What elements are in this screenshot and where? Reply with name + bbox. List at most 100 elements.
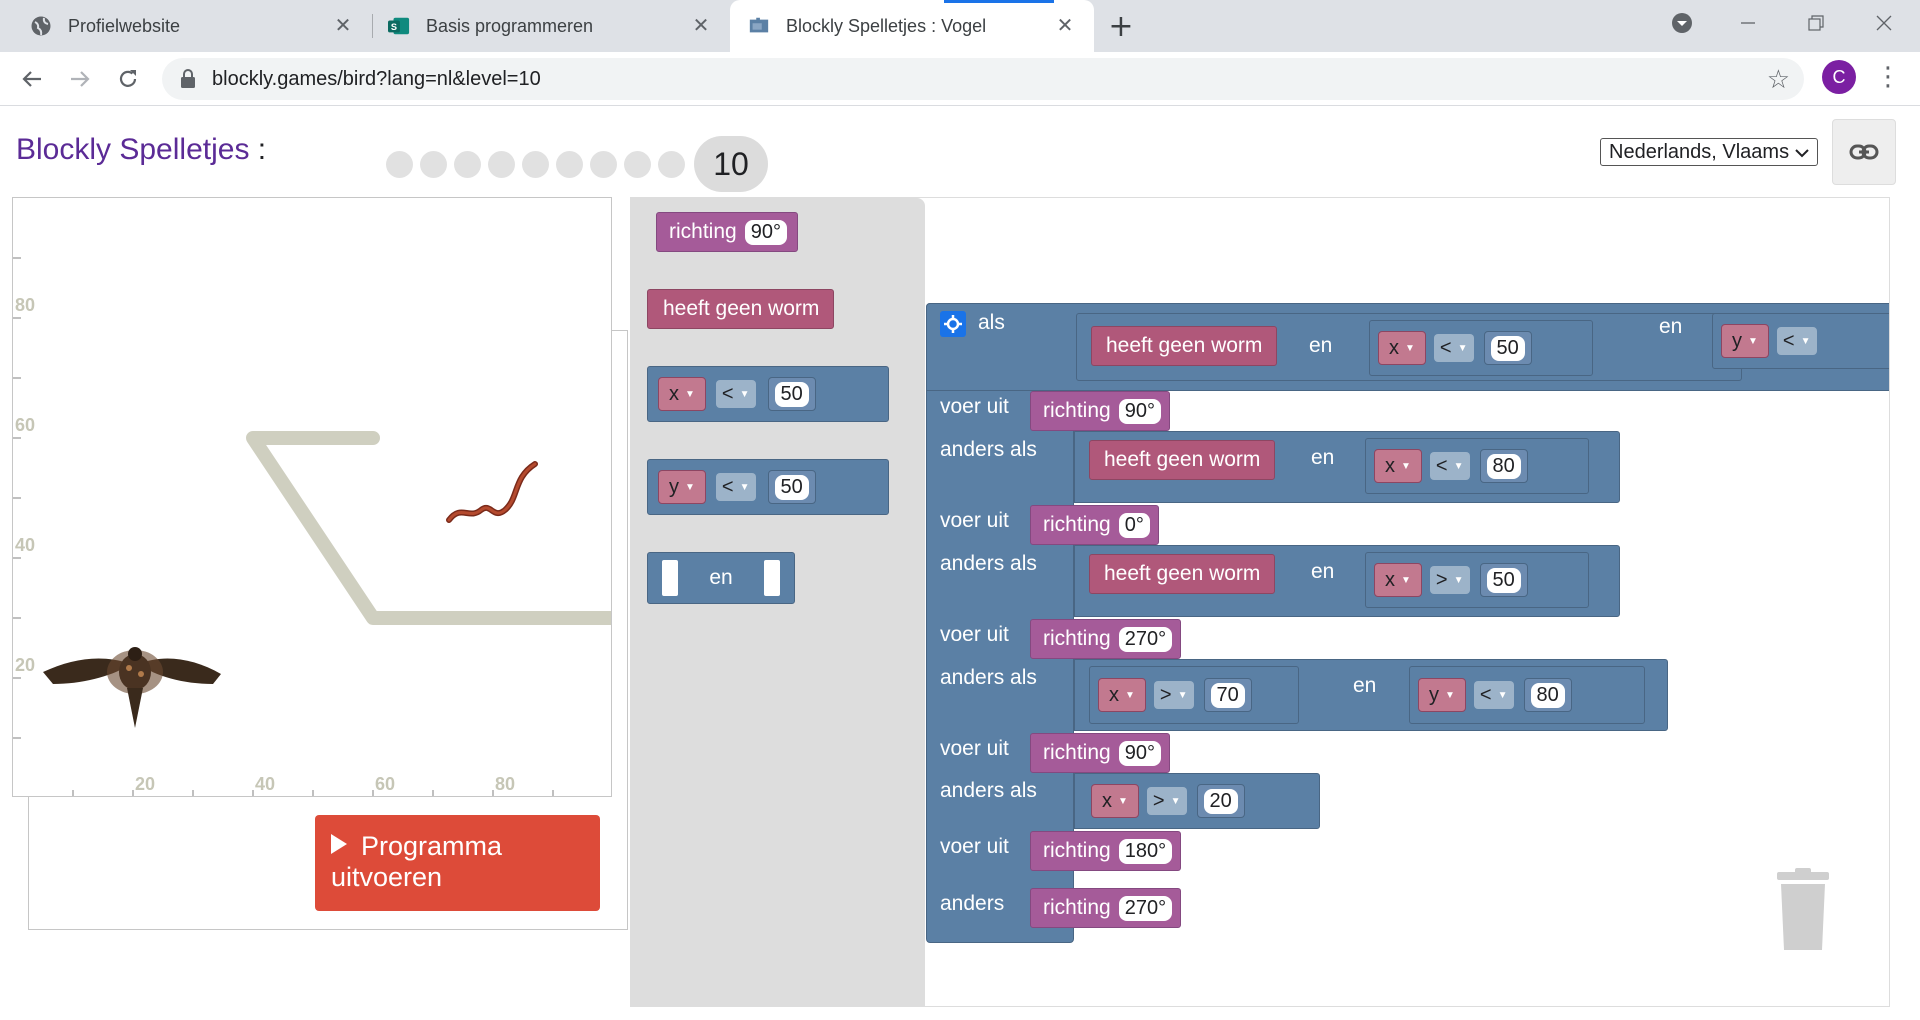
angle-field[interactable]: 90°	[1118, 398, 1161, 424]
number-field[interactable]: 80	[1486, 453, 1521, 479]
number-block[interactable]: 50	[767, 470, 816, 504]
no-worm-block[interactable]: heeft geen worm	[647, 289, 835, 329]
operator-dropdown[interactable]: < ▼	[715, 473, 756, 501]
heading-block[interactable]: richting 90°	[656, 212, 798, 252]
heading-block[interactable]: richting 270°	[1030, 619, 1182, 659]
number-block[interactable]: 50	[1479, 563, 1528, 597]
star-icon[interactable]: ☆	[1767, 65, 1790, 95]
number-block[interactable]: 70	[1203, 678, 1252, 712]
avatar[interactable]: C	[1822, 60, 1856, 94]
number-field[interactable]: 50	[1486, 567, 1521, 593]
operator-dropdown[interactable]: < ▼	[715, 380, 756, 408]
operator-dropdown[interactable]: < ▼	[1473, 681, 1514, 709]
angle-field[interactable]: 270°	[1118, 626, 1173, 652]
level-dot[interactable]	[386, 150, 413, 178]
operator-dropdown[interactable]: > ▼	[1153, 681, 1194, 709]
back-button[interactable]	[15, 62, 49, 96]
level-dot[interactable]	[624, 150, 651, 178]
url-text[interactable]: blockly.games/bird?lang=nl&level=10	[212, 68, 541, 91]
heading-block[interactable]: richting 90°	[1030, 391, 1170, 431]
minimize-button[interactable]	[1728, 6, 1768, 40]
variable-dropdown[interactable]: x ▼	[1378, 331, 1426, 365]
level-dot[interactable]	[454, 150, 481, 178]
operator-dropdown[interactable]: < ▼	[1433, 334, 1474, 362]
no-worm-block[interactable]: heeft geen worm	[1089, 440, 1276, 480]
and-block[interactable]: heeft geen worm en x ▼ < ▼ 50	[1076, 313, 1742, 381]
compare-block[interactable]: x ▼ > ▼ 20	[1074, 773, 1320, 829]
compare-block[interactable]: y ▼ < ▼ 80	[1409, 666, 1645, 724]
level-dot[interactable]	[420, 150, 447, 178]
heading-block[interactable]: richting 0°	[1030, 505, 1159, 545]
number-block[interactable]: 80	[1523, 678, 1572, 712]
number-field[interactable]: 80	[1530, 682, 1565, 708]
forward-button[interactable]	[63, 62, 97, 96]
number-block[interactable]: 80	[1479, 449, 1528, 483]
input-slot[interactable]	[662, 560, 678, 596]
angle-field[interactable]: 270°	[1118, 895, 1173, 921]
compare-block[interactable]: y ▼ < ▼	[1712, 313, 1889, 369]
compare-block[interactable]: x ▼ < ▼ 50	[1369, 320, 1593, 376]
heading-block[interactable]: richting 270°	[1030, 888, 1182, 928]
level-dot[interactable]	[488, 150, 515, 178]
operator-dropdown[interactable]: < ▼	[1429, 452, 1470, 480]
number-field[interactable]: 70	[1210, 682, 1245, 708]
address-bar[interactable]: blockly.games/bird?lang=nl&level=10 ☆	[162, 58, 1804, 100]
compare-block[interactable]: x ▼ < ▼ 50	[647, 366, 889, 422]
variable-dropdown[interactable]: y ▼	[1721, 324, 1769, 358]
level-dot[interactable]	[658, 150, 685, 178]
and-block[interactable]: heeft geen worm en x ▼ > ▼ 50	[1074, 545, 1620, 617]
angle-field[interactable]: 180°	[1118, 838, 1173, 864]
number-field[interactable]: 20	[1203, 788, 1238, 814]
input-slot[interactable]	[763, 560, 780, 596]
no-worm-block[interactable]: heeft geen worm	[1091, 326, 1278, 366]
compare-block[interactable]: x ▼ < ▼ 80	[1365, 438, 1589, 494]
variable-dropdown[interactable]: x ▼	[1098, 678, 1146, 712]
variable-dropdown[interactable]: y ▼	[658, 470, 706, 504]
language-select[interactable]: Nederlands, Vlaams	[1600, 138, 1818, 166]
no-worm-block[interactable]: heeft geen worm	[1089, 554, 1276, 594]
level-dot[interactable]	[556, 150, 583, 178]
angle-field[interactable]: 90°	[1118, 740, 1161, 766]
current-level-badge[interactable]: 10	[694, 136, 768, 192]
menu-icon[interactable]: ⋮	[1875, 60, 1901, 94]
number-block[interactable]: 50	[767, 377, 816, 411]
close-tab-icon[interactable]: ✕	[690, 13, 712, 37]
and-block[interactable]: heeft geen worm en x ▼ < ▼ 80	[1074, 431, 1620, 503]
compare-block[interactable]: x ▼ > ▼ 70	[1089, 666, 1299, 724]
operator-dropdown[interactable]: > ▼	[1146, 787, 1187, 815]
blockly-workspace[interactable]: richting 90° heeft geen worm x ▼ < ▼ 50 y ▼…	[630, 197, 1890, 1007]
compare-block[interactable]: x ▼ > ▼ 50	[1365, 552, 1589, 608]
level-dot[interactable]	[590, 150, 617, 178]
close-tab-icon[interactable]: ✕	[1054, 13, 1076, 37]
and-block[interactable]: x ▼ > ▼ 70 en y ▼ < ▼ 80	[1074, 659, 1668, 731]
number-field[interactable]: 50	[774, 381, 809, 407]
close-window-button[interactable]	[1864, 6, 1904, 40]
number-field[interactable]: 50	[774, 474, 809, 500]
number-block[interactable]: 50	[1483, 331, 1532, 365]
if-block[interactable]: als heeft geen worm en x ▼ < ▼ 50 en y ▼ < ▼…	[926, 303, 1889, 943]
close-tab-icon[interactable]: ✕	[332, 13, 354, 37]
run-program-button[interactable]: Programma uitvoeren	[315, 815, 600, 911]
variable-dropdown[interactable]: y ▼	[1418, 678, 1466, 712]
tab-search-button[interactable]	[1662, 6, 1702, 40]
trash-icon[interactable]	[1773, 868, 1833, 952]
variable-dropdown[interactable]: x ▼	[1091, 784, 1139, 818]
reload-button[interactable]	[111, 62, 145, 96]
number-block[interactable]: 20	[1196, 784, 1245, 818]
new-tab-button[interactable]: +	[1105, 9, 1137, 44]
gear-icon[interactable]	[940, 311, 966, 337]
restore-button[interactable]	[1796, 6, 1836, 40]
variable-dropdown[interactable]: x ▼	[1374, 563, 1422, 597]
and-block[interactable]: en	[647, 552, 795, 604]
angle-field[interactable]: 0°	[1118, 512, 1150, 538]
tab-profielwebsite[interactable]: Profielwebsite ✕	[10, 0, 373, 52]
operator-dropdown[interactable]: < ▼	[1776, 327, 1817, 355]
brand-link[interactable]: Blockly Spelletjes	[16, 133, 249, 166]
operator-dropdown[interactable]: > ▼	[1429, 566, 1470, 594]
link-button[interactable]	[1832, 119, 1896, 185]
level-dot[interactable]	[522, 150, 549, 178]
compare-block[interactable]: y ▼ < ▼ 50	[647, 459, 889, 515]
variable-dropdown[interactable]: x ▼	[658, 377, 706, 411]
heading-block[interactable]: richting 90°	[1030, 733, 1170, 773]
angle-field[interactable]: 90°	[744, 219, 787, 245]
